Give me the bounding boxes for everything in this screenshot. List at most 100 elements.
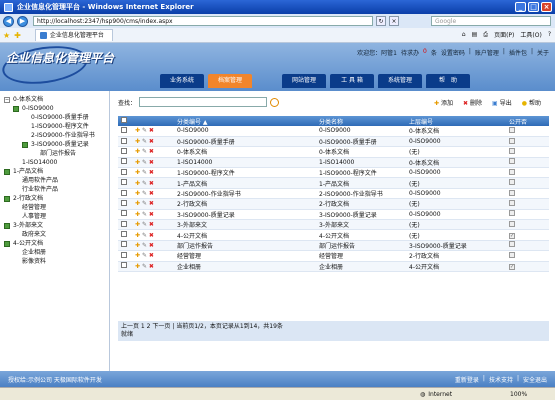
help-button[interactable]: ● 帮助 xyxy=(522,98,541,107)
row-checkbox[interactable] xyxy=(121,241,127,248)
favorites-star-icon[interactable]: ★ xyxy=(3,31,10,40)
tree-collapse-icon[interactable]: − xyxy=(4,96,10,103)
edit-pencil-icon[interactable]: ✎ xyxy=(142,242,147,249)
tree-expand-icon[interactable] xyxy=(4,168,10,175)
delete-x-icon[interactable]: ✖ xyxy=(149,180,154,187)
search-icon[interactable] xyxy=(270,97,280,107)
col-parent[interactable]: 上层编号 xyxy=(406,116,506,126)
link-account[interactable]: 账户管理 xyxy=(475,48,499,57)
edit-pencil-icon[interactable]: ✎ xyxy=(142,148,147,155)
home-icon[interactable]: ⌂ xyxy=(462,31,466,38)
tree-node[interactable]: 2-ISO9000-作业指导书 xyxy=(0,131,109,140)
pager-info[interactable]: 上一页 1 2 下一页 | 当前页1/2，本页记录从1到14，共19条 xyxy=(121,323,546,331)
table-row[interactable]: ✚ ✎ ✖ 1-产品文档 1-产品文档 (无) xyxy=(118,177,549,189)
edit-pencil-icon[interactable]: ✎ xyxy=(142,263,147,270)
delete-x-icon[interactable]: ✖ xyxy=(149,127,154,134)
zoom-level[interactable]: 100% xyxy=(510,391,527,398)
col-public[interactable]: 公开否 xyxy=(506,116,549,126)
link-plugins[interactable]: 插件包 xyxy=(509,48,527,57)
tree-node[interactable]: 影像资料 xyxy=(0,257,109,266)
back-icon[interactable]: ◀ xyxy=(3,15,14,27)
url-field[interactable]: http://localhost:2347/hsp900/cms/index.a… xyxy=(33,16,373,26)
menu-website[interactable]: 网站管理 xyxy=(282,74,326,88)
tree-node[interactable]: 政府来文 xyxy=(0,230,109,239)
row-checkbox[interactable] xyxy=(121,137,127,144)
add-child-icon[interactable]: ✚ xyxy=(135,211,140,218)
tree-node[interactable]: 1-产品文档 xyxy=(0,167,109,176)
add-child-icon[interactable]: ✚ xyxy=(135,138,140,145)
select-all-checkbox[interactable] xyxy=(121,117,127,123)
edit-pencil-icon[interactable]: ✎ xyxy=(142,211,147,218)
edit-pencil-icon[interactable]: ✎ xyxy=(142,180,147,187)
browser-tab[interactable]: 企业信息化管理平台 xyxy=(34,29,113,41)
table-row[interactable]: ✚ ✎ ✖ 1-ISO14000 1-ISO14000 0-体系文档 xyxy=(118,157,549,169)
add-child-icon[interactable]: ✚ xyxy=(135,221,140,228)
table-row[interactable]: ✚ ✎ ✖ 部门运作报告 部门运作报告 3-ISO9000-质量记录 xyxy=(118,240,549,252)
table-row[interactable]: ✚ ✎ ✖ 3-ISO9000-质量记录 3-ISO9000-质量记录 0-ISO90… xyxy=(118,209,549,221)
delete-x-icon[interactable]: ✖ xyxy=(149,190,154,197)
delete-x-icon[interactable]: ✖ xyxy=(149,252,154,259)
support-link[interactable]: 技术支持 xyxy=(489,375,513,384)
forward-icon[interactable]: ▶ xyxy=(17,15,28,27)
tree-node[interactable]: 部门运作报告 xyxy=(0,149,109,158)
edit-pencil-icon[interactable]: ✎ xyxy=(142,159,147,166)
minimize-icon[interactable]: _ xyxy=(515,2,526,12)
row-checkbox[interactable] xyxy=(121,199,127,206)
query-input[interactable] xyxy=(139,97,268,107)
table-row[interactable]: ✚ ✎ ✖ 2-行政文档 2-行政文档 (无) xyxy=(118,198,549,210)
add-button[interactable]: ✚ 添加 xyxy=(434,98,453,107)
add-child-icon[interactable]: ✚ xyxy=(135,148,140,155)
table-row[interactable]: ✚ ✎ ✖ 0-体系文档 0-体系文档 (无) xyxy=(118,146,549,158)
edit-pencil-icon[interactable]: ✎ xyxy=(142,138,147,145)
table-row[interactable]: ✚ ✎ ✖ 0-ISO9000 0-ISO9000 0-体系文档 xyxy=(118,126,549,137)
row-checkbox[interactable] xyxy=(121,147,127,154)
add-child-icon[interactable]: ✚ xyxy=(135,127,140,134)
tree-node[interactable]: 1-ISO14000 xyxy=(0,158,109,167)
edit-pencil-icon[interactable]: ✎ xyxy=(142,232,147,239)
table-row[interactable]: ✚ ✎ ✖ 企业相册 企业相册 4-公开文档 ✓ xyxy=(118,261,549,272)
print-icon[interactable]: ⎙ xyxy=(483,31,488,39)
row-checkbox[interactable] xyxy=(121,251,127,258)
feeds-icon[interactable]: ▤ xyxy=(472,31,478,38)
tree-expand-icon[interactable] xyxy=(13,105,19,112)
row-checkbox[interactable] xyxy=(121,179,127,186)
add-child-icon[interactable]: ✚ xyxy=(135,190,140,197)
delete-x-icon[interactable]: ✖ xyxy=(149,159,154,166)
col-name[interactable]: 分类名称 xyxy=(316,116,406,126)
help-icon[interactable]: ? xyxy=(548,31,551,38)
link-about[interactable]: 关于 xyxy=(537,48,549,57)
tree-node[interactable]: 0-ISO9000 xyxy=(0,104,109,113)
table-row[interactable]: ✚ ✎ ✖ 3-外部来文 3-外部来文 (无) xyxy=(118,219,549,231)
add-child-icon[interactable]: ✚ xyxy=(135,263,140,270)
logout-link[interactable]: 安全退出 xyxy=(523,375,547,384)
tree-expand-icon[interactable] xyxy=(4,195,10,202)
tree-node[interactable]: 企业相册 xyxy=(0,248,109,257)
menu-system[interactable]: 系统管理 xyxy=(378,74,422,88)
edit-pencil-icon[interactable]: ✎ xyxy=(142,221,147,228)
refresh-icon[interactable]: ↻ xyxy=(376,16,386,26)
add-child-icon[interactable]: ✚ xyxy=(135,242,140,249)
menu-archive[interactable]: 档案管理 xyxy=(208,74,252,88)
add-child-icon[interactable]: ✚ xyxy=(135,159,140,166)
tree-expand-icon[interactable] xyxy=(4,222,10,229)
search-box[interactable]: Google xyxy=(431,16,551,26)
row-checkbox[interactable] xyxy=(121,262,127,269)
tree-node[interactable]: 3-ISO9000-质量记录 xyxy=(0,140,109,149)
row-checkbox[interactable] xyxy=(121,158,127,165)
delete-x-icon[interactable]: ✖ xyxy=(149,242,154,249)
stop-icon[interactable]: × xyxy=(389,16,399,26)
add-child-icon[interactable]: ✚ xyxy=(135,180,140,187)
col-code[interactable]: 分类编号 ▲ xyxy=(174,116,316,126)
delete-button[interactable]: ✖ 删除 xyxy=(463,98,482,107)
row-checkbox[interactable] xyxy=(121,220,127,227)
edit-pencil-icon[interactable]: ✎ xyxy=(142,127,147,134)
menu-business[interactable]: 业务系统 xyxy=(160,74,204,88)
delete-x-icon[interactable]: ✖ xyxy=(149,169,154,176)
tree-node[interactable]: 0-ISO9000-质量手册 xyxy=(0,113,109,122)
table-row[interactable]: ✚ ✎ ✖ 1-ISO9000-程序文件 1-ISO9000-程序文件 0-ISO90… xyxy=(118,167,549,179)
todo-count[interactable]: 0 xyxy=(423,48,427,57)
row-checkbox[interactable] xyxy=(121,231,127,238)
tree-node[interactable]: 3-外部来文 xyxy=(0,221,109,230)
tree-node[interactable]: 通用软件产品 xyxy=(0,176,109,185)
export-button[interactable]: ▣ 导出 xyxy=(492,98,512,107)
